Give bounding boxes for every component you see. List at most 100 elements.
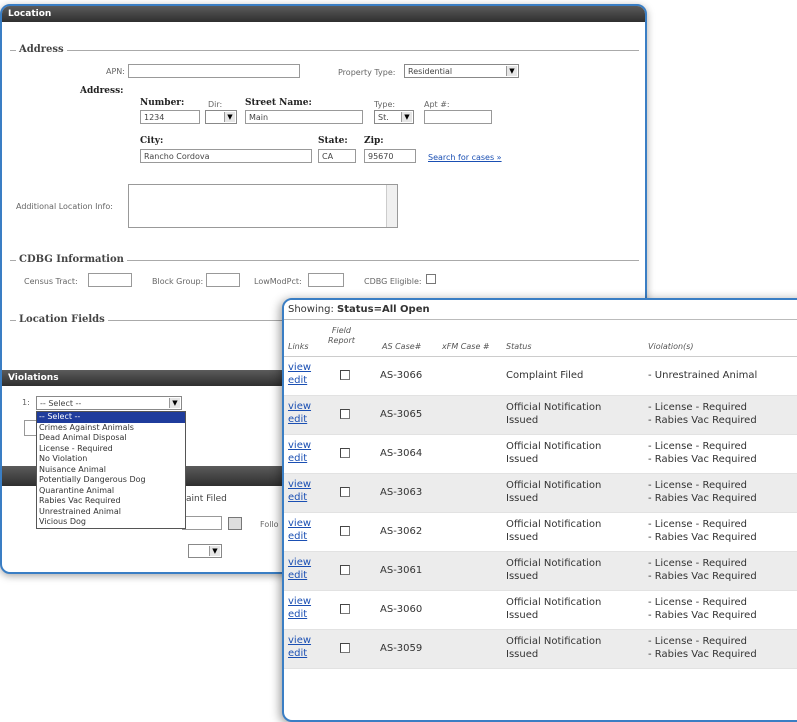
view-link[interactable]: view — [288, 517, 311, 530]
case-status-line1: Complaint Filed — [506, 370, 584, 381]
case-violations: - Unrestrained Animal — [648, 369, 757, 382]
field-report-checkbox[interactable] — [340, 370, 350, 380]
view-link[interactable]: view — [288, 595, 311, 608]
case-status: Official Notification Issued — [506, 401, 601, 427]
edit-link[interactable]: edit — [288, 452, 311, 465]
block-group-input[interactable] — [206, 273, 240, 287]
apn-input[interactable] — [128, 64, 300, 78]
address-label: Address: — [80, 86, 124, 96]
view-link[interactable]: view — [288, 439, 311, 452]
status-select[interactable]: ▼ — [188, 544, 222, 558]
census-tract-input[interactable] — [88, 273, 132, 287]
as-case-number: AS-3061 — [380, 565, 423, 576]
row-links: view edit — [288, 361, 311, 387]
case-violation-line1: - License - Required — [648, 402, 747, 413]
edit-link[interactable]: edit — [288, 647, 311, 660]
view-link[interactable]: view — [288, 634, 311, 647]
street-name-label: Street Name: — [245, 98, 312, 108]
case-violation-line1: - License - Required — [648, 519, 747, 530]
header-as-case: AS Case# — [382, 342, 422, 351]
case-violations: - License - Required - Rabies Vac Require… — [648, 635, 757, 661]
violation-option[interactable]: No Violation — [37, 454, 185, 465]
number-input[interactable]: 1234 — [140, 110, 200, 124]
zip-input[interactable]: 95670 — [364, 149, 416, 163]
lowmod-input[interactable] — [308, 273, 344, 287]
lowmod-label: LowModPct: — [254, 277, 302, 286]
chevron-down-icon: ▼ — [401, 112, 412, 122]
case-status-line2: Issued — [506, 415, 539, 426]
field-report-checkbox[interactable] — [340, 643, 350, 653]
cdbg-eligible-checkbox[interactable] — [426, 274, 436, 284]
street-name-input[interactable]: Main — [245, 110, 363, 124]
dir-label: Dir: — [208, 100, 223, 109]
as-case-number: AS-3066 — [380, 370, 423, 381]
violation-option[interactable]: Quarantine Animal — [37, 486, 185, 497]
property-type-select[interactable]: Residential ▼ — [404, 64, 519, 78]
showing-filter: Status=All Open — [337, 304, 430, 315]
cdbg-legend: CDBG Information — [16, 254, 127, 265]
case-status-line2: Issued — [506, 649, 539, 660]
cdbg-eligible-label: CDBG Eligible: — [364, 277, 422, 286]
case-violations: - License - Required - Rabies Vac Require… — [648, 596, 757, 622]
case-violation-line2: - Rabies Vac Required — [648, 571, 757, 582]
follow-label: Follo — [260, 520, 279, 529]
edit-link[interactable]: edit — [288, 413, 311, 426]
block-group-label: Block Group: — [152, 277, 204, 286]
search-for-cases-link[interactable]: Search for cases » — [428, 153, 502, 162]
case-status: Official Notification Issued — [506, 635, 601, 661]
edit-link[interactable]: edit — [288, 530, 311, 543]
case-status-line2: Issued — [506, 532, 539, 543]
case-violation-line1: - License - Required — [648, 480, 747, 491]
table-row: view edit AS-3061 Official Notification I… — [284, 552, 797, 591]
table-row: view edit AS-3065 Official Notification I… — [284, 396, 797, 435]
dir-select[interactable]: ▼ — [205, 110, 237, 124]
apt-label: Apt #: — [424, 100, 450, 109]
view-link[interactable]: view — [288, 400, 311, 413]
field-report-checkbox[interactable] — [340, 448, 350, 458]
table-row: view edit AS-3060 Official Notification I… — [284, 591, 797, 630]
status-behind-text: aint Filed — [186, 494, 227, 504]
case-status-line1: Official Notification — [506, 597, 602, 608]
violation-option[interactable]: Nuisance Animal — [37, 465, 185, 476]
case-status-line2: Issued — [506, 571, 539, 582]
violation-option[interactable]: -- Select -- — [37, 412, 185, 423]
street-type-select[interactable]: St. ▼ — [374, 110, 414, 124]
violation-option[interactable]: Dead Animal Disposal — [37, 433, 185, 444]
field-report-checkbox[interactable] — [340, 565, 350, 575]
violation-option[interactable]: Vicious Dog — [37, 517, 185, 528]
field-report-checkbox[interactable] — [340, 604, 350, 614]
violation-option[interactable]: Rabies Vac Required — [37, 496, 185, 507]
city-input[interactable]: Rancho Cordova — [140, 149, 312, 163]
field-report-checkbox[interactable] — [340, 487, 350, 497]
violation-option[interactable]: Potentially Dangerous Dog — [37, 475, 185, 486]
view-link[interactable]: view — [288, 556, 311, 569]
calendar-icon[interactable] — [228, 517, 242, 530]
edit-link[interactable]: edit — [288, 608, 311, 621]
textarea-scrollbar[interactable] — [386, 185, 397, 227]
field-report-checkbox[interactable] — [340, 526, 350, 536]
violation-dropdown-list[interactable]: -- Select -- Crimes Against Animals Dead… — [36, 411, 186, 529]
violation-option[interactable]: License - Required — [37, 444, 185, 455]
violation-select[interactable]: -- Select -- ▼ — [36, 396, 182, 410]
additional-info-textarea[interactable] — [128, 184, 398, 228]
apt-input[interactable] — [424, 110, 492, 124]
showing-filter-bar: Showing: Status=All Open — [284, 300, 797, 320]
case-status: Official Notification Issued — [506, 479, 601, 505]
as-case-number: AS-3059 — [380, 643, 423, 654]
as-case-number: AS-3065 — [380, 409, 423, 420]
case-violation-line2: - Rabies Vac Required — [648, 415, 757, 426]
header-links: Links — [288, 342, 309, 351]
field-report-checkbox[interactable] — [340, 409, 350, 419]
edit-link[interactable]: edit — [288, 374, 311, 387]
state-input[interactable]: CA — [318, 149, 356, 163]
violation-option[interactable]: Unrestrained Animal — [37, 507, 185, 518]
edit-link[interactable]: edit — [288, 491, 311, 504]
case-violation-line2: - Rabies Vac Required — [648, 532, 757, 543]
date-input[interactable] — [182, 516, 222, 530]
violation-option[interactable]: Crimes Against Animals — [37, 423, 185, 434]
case-status: Official Notification Issued — [506, 557, 601, 583]
case-violation-line2: - Rabies Vac Required — [648, 649, 757, 660]
view-link[interactable]: view — [288, 361, 311, 374]
view-link[interactable]: view — [288, 478, 311, 491]
edit-link[interactable]: edit — [288, 569, 311, 582]
